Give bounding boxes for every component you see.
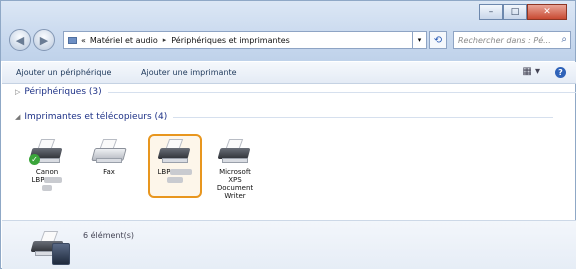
breadcrumb-devices-printers[interactable]: Périphériques et imprimantes — [171, 36, 290, 45]
printer-canon-model: LBP — [31, 176, 45, 184]
printer-canon[interactable]: ✓ Canon LBP — [21, 137, 73, 192]
command-bar: Ajouter un périphérique Ajouter une impr… — [2, 62, 576, 84]
back-button[interactable]: ◀ — [9, 29, 31, 51]
group-devices-header[interactable]: ▷ Périphériques (3) — [15, 87, 576, 97]
group-divider — [107, 91, 576, 93]
printer-xps-writer[interactable]: Microsoft XPS Document Writer — [209, 137, 261, 200]
collapse-icon[interactable]: ◢ — [15, 113, 20, 121]
folder-icon — [68, 36, 77, 44]
default-printer-check-icon: ✓ — [29, 154, 40, 165]
maximize-button[interactable]: □ — [503, 4, 527, 20]
back-arrow-icon: ◀ — [15, 33, 25, 47]
add-printer-button[interactable]: Ajouter une imprimante — [141, 68, 237, 77]
breadcrumb-hardware-sound[interactable]: Matériel et audio — [90, 36, 158, 45]
search-placeholder: Rechercher dans : Pé... — [458, 35, 551, 45]
breadcrumb-overflow[interactable]: « — [81, 36, 86, 45]
group-printers-label: Imprimantes et télécopieurs (4) — [24, 112, 168, 122]
forward-button[interactable]: ▶ — [33, 29, 55, 51]
close-button[interactable]: ✕ — [527, 4, 567, 20]
printer-icon — [217, 137, 253, 165]
address-bar[interactable]: « Matériel et audio ▸ Périphériques et i… — [63, 31, 413, 49]
printer-xps-line2: XPS — [228, 176, 242, 184]
printer-fax[interactable]: Fax — [83, 137, 135, 176]
printer-xps-line1: Microsoft — [219, 168, 251, 176]
forward-arrow-icon: ▶ — [39, 33, 49, 47]
group-divider — [173, 116, 554, 118]
printer-icon — [157, 137, 193, 165]
search-icon[interactable]: ⌕ — [561, 34, 567, 45]
printer-fax-label: Fax — [103, 168, 115, 176]
refresh-button[interactable]: ⟲ — [429, 31, 447, 49]
change-view-button[interactable]: ▦ ▾ — [522, 66, 540, 77]
group-devices-label: Périphériques (3) — [24, 87, 102, 97]
address-dropdown-button[interactable]: ▾ — [413, 31, 427, 49]
printer-xps-line3: Document — [216, 184, 254, 192]
fax-icon — [91, 137, 127, 165]
expand-icon[interactable]: ▷ — [15, 88, 20, 96]
breadcrumb-separator-icon[interactable]: ▸ — [163, 36, 167, 44]
devices-printers-icon — [30, 227, 70, 266]
printer-icon: ✓ — [29, 137, 65, 165]
printer-canon-label: Canon — [35, 168, 59, 176]
minimize-button[interactable]: – — [479, 4, 503, 20]
details-pane: 6 élément(s) — [2, 220, 576, 269]
printer-lbp-selected[interactable]: LBP — [149, 137, 201, 184]
explorer-window: – □ ✕ ◀ ▶ « Matériel et audio ▸ Périphér… — [0, 0, 576, 269]
printer-xps-line4: Writer — [224, 192, 246, 200]
search-input[interactable]: Rechercher dans : Pé... ⌕ — [453, 31, 571, 49]
caption-buttons: – □ ✕ — [479, 4, 567, 21]
printer-lbp-label: LBP — [157, 168, 171, 176]
title-bar: – □ ✕ ◀ ▶ « Matériel et audio ▸ Périphér… — [1, 1, 575, 61]
group-printers-header[interactable]: ◢ Imprimantes et télécopieurs (4) — [15, 112, 554, 122]
add-device-button[interactable]: Ajouter un périphérique — [16, 68, 111, 77]
item-count: 6 élément(s) — [83, 231, 135, 240]
help-icon[interactable]: ? — [555, 67, 566, 78]
